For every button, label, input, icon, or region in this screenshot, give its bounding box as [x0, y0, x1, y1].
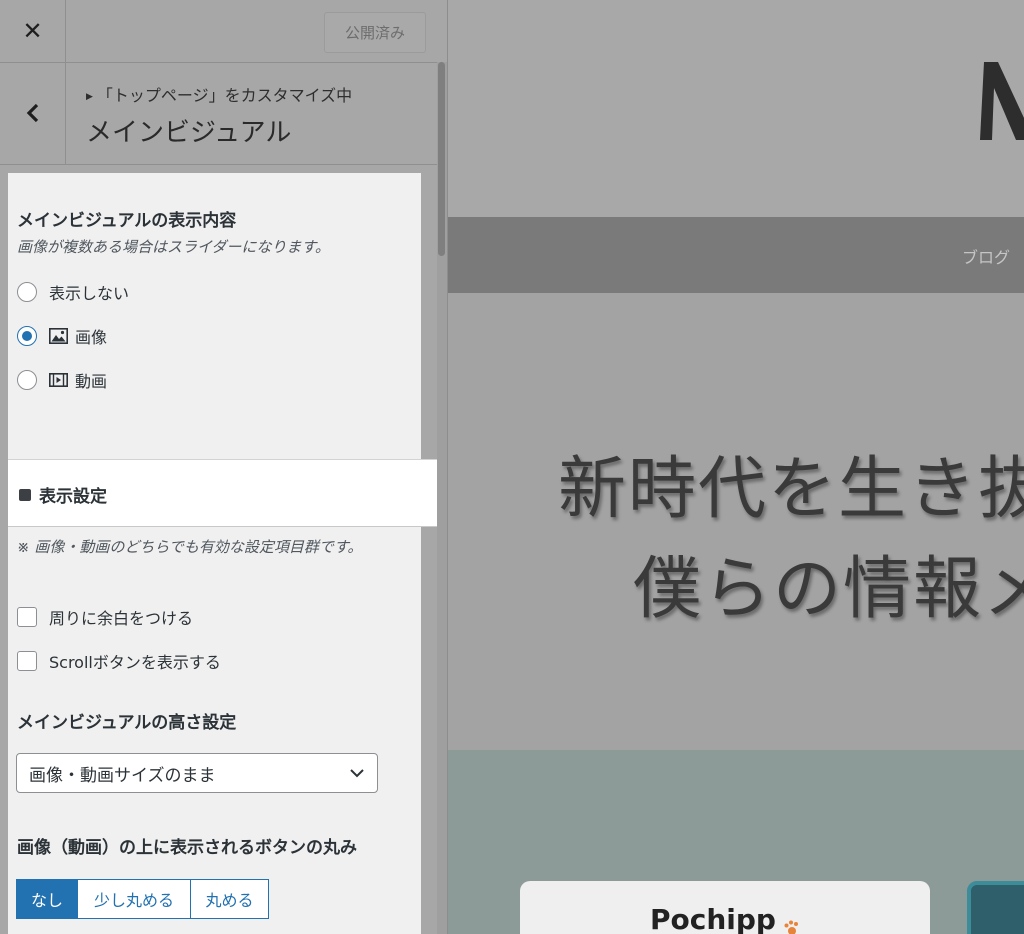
checkbox-add-margin[interactable]: 周りに余白をつける — [17, 605, 193, 629]
button-radius-title: 画像（動画）の上に表示されるボタンの丸み — [17, 838, 357, 858]
published-button[interactable]: 公開済み — [324, 12, 426, 53]
scrollbar-thumb[interactable] — [438, 62, 445, 256]
checkbox-show-scroll-button[interactable]: Scrollボタンを表示する — [17, 649, 221, 673]
display-settings-note: ※ 画像・動画のどちらでも有効な設定項目群です。 — [17, 538, 363, 556]
checkbox-label: Scrollボタンを表示する — [49, 653, 221, 672]
radio-label: 画像 — [75, 328, 108, 347]
global-nav: ブログ — [448, 217, 1024, 293]
pochipp-card[interactable]: Pochipp — [520, 881, 930, 934]
display-settings-band: 表示設定 — [8, 459, 437, 527]
radio-option-none[interactable]: 表示しない — [17, 280, 129, 304]
control-card: メインビジュアルの表示内容 画像が複数ある場合はスライダーになります。 表示しな… — [8, 173, 421, 934]
radio-option-image[interactable]: 画像 — [17, 324, 107, 348]
select-value: 画像・動画サイズのまま — [29, 765, 216, 786]
square-bullet-icon — [19, 488, 31, 501]
close-button[interactable]: ✕ — [0, 0, 66, 62]
radio-option-video[interactable]: 動画 — [17, 368, 107, 392]
breadcrumb-text: 「トップページ」をカスタマイズ中 — [96, 86, 353, 105]
radio-label: 動画 — [75, 372, 108, 391]
height-setting-title: メインビジュアルの高さ設定 — [17, 713, 237, 733]
radio-button[interactable] — [17, 370, 37, 390]
video-icon — [49, 372, 68, 387]
display-settings-heading: 表示設定 — [19, 482, 107, 507]
feature-card[interactable] — [967, 881, 1024, 934]
section-header: ▶ 「トップページ」をカスタマイズ中 メインビジュアル — [0, 62, 437, 165]
display-content-title: メインビジュアルの表示内容 — [17, 211, 237, 231]
checkbox-label: 周りに余白をつける — [49, 609, 194, 628]
site-logo — [980, 62, 1024, 140]
paw-icon — [784, 920, 798, 934]
checkbox[interactable] — [17, 607, 37, 627]
radius-option-round[interactable]: 丸める — [191, 879, 269, 919]
chevron-left-icon — [26, 103, 38, 123]
back-button[interactable] — [0, 62, 66, 164]
radio-button[interactable] — [17, 282, 37, 302]
radio-label: 表示しない — [49, 284, 130, 303]
checkbox[interactable] — [17, 651, 37, 671]
panel-scrollbar[interactable] — [437, 62, 447, 934]
pochipp-logo-text: Pochipp — [650, 903, 776, 934]
nav-item-blog[interactable]: ブログ — [962, 244, 1010, 268]
display-content-description: 画像が複数ある場合はスライダーになります。 — [17, 238, 330, 256]
height-select[interactable]: 画像・動画サイズのまま — [16, 753, 378, 793]
hero-line-1: 新時代を生き抜 — [558, 450, 1024, 529]
close-icon: ✕ — [22, 17, 43, 45]
button-radius-group: なし 少し丸める 丸める — [16, 879, 269, 919]
radius-option-slight[interactable]: 少し丸める — [78, 879, 191, 919]
section-title: メインビジュアル — [86, 118, 292, 148]
customizer-topbar: ✕ 公開済み — [0, 0, 447, 63]
triangle-right-icon: ▶ — [86, 92, 93, 102]
radio-button-checked[interactable] — [17, 326, 37, 346]
hero-section: 新時代を生き抜 僕らの情報メ — [448, 293, 1024, 750]
image-icon — [49, 328, 68, 344]
featured-band: Pochipp — [448, 750, 1024, 934]
radius-option-none[interactable]: なし — [16, 879, 78, 919]
chevron-down-icon — [350, 769, 364, 778]
site-preview: ブログ 新時代を生き抜 僕らの情報メ Pochipp — [448, 0, 1024, 934]
hero-line-2: 僕らの情報メ — [633, 550, 1024, 629]
display-settings-heading-text: 表示設定 — [39, 487, 107, 507]
breadcrumb: ▶ 「トップページ」をカスタマイズ中 — [86, 82, 352, 106]
